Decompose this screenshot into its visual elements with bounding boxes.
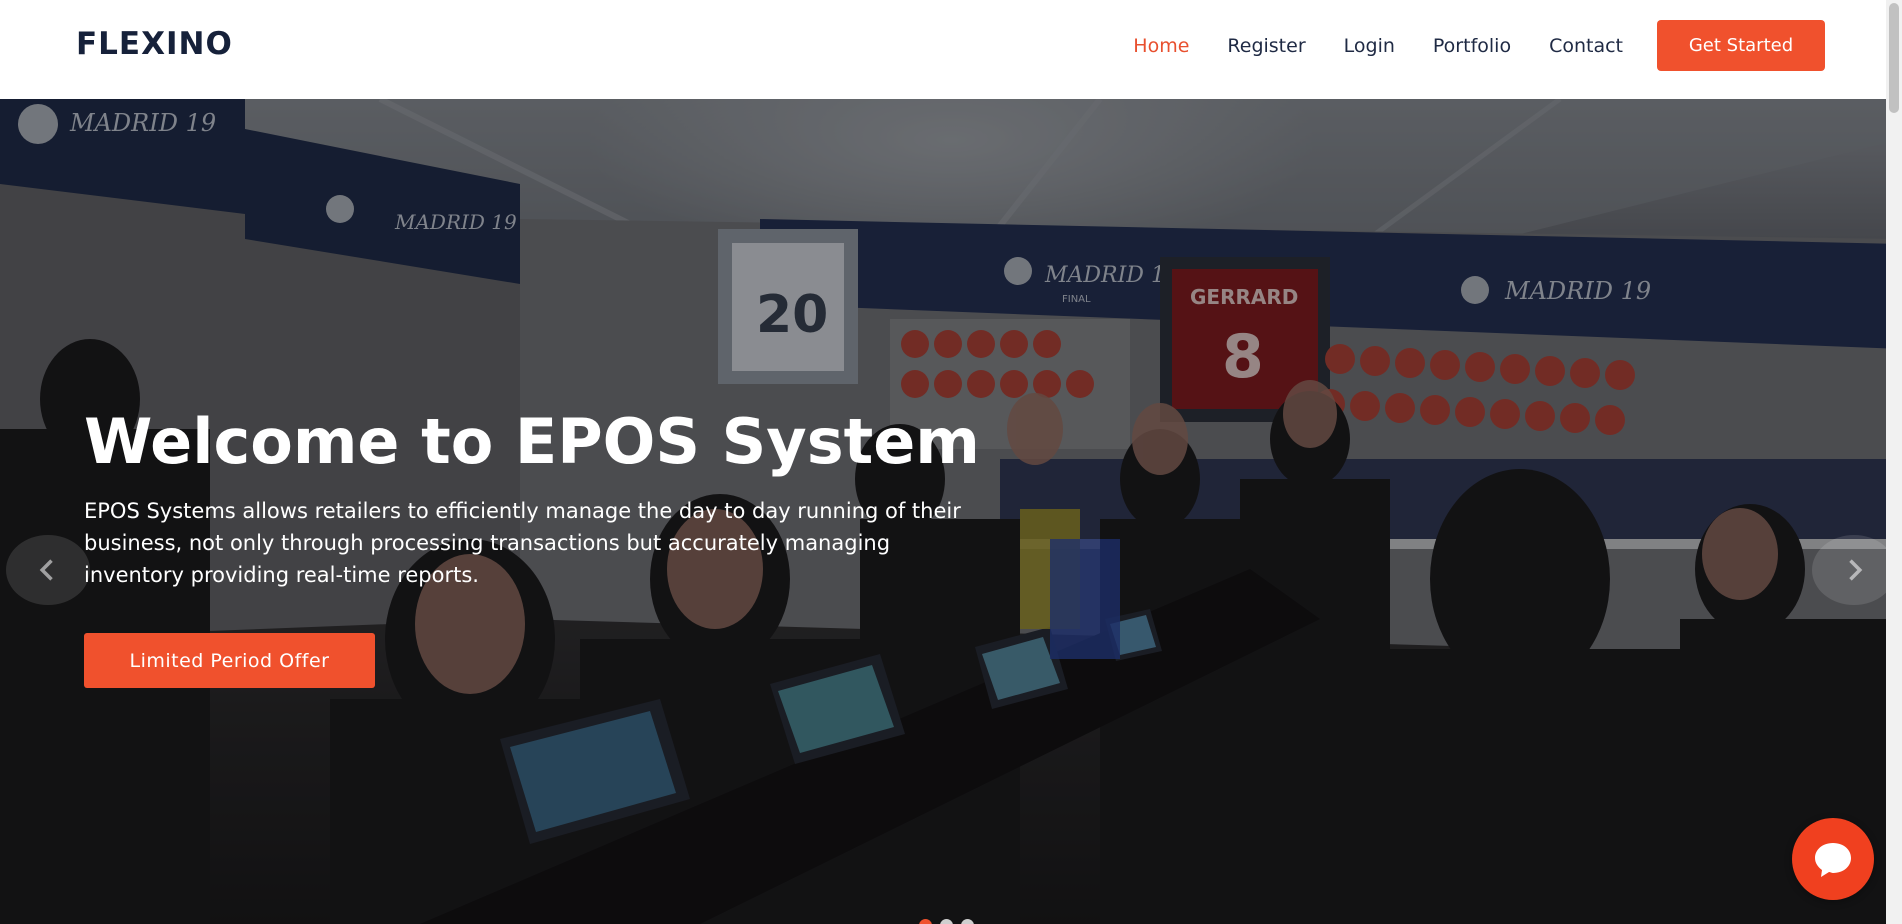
chat-widget-button[interactable] bbox=[1792, 818, 1874, 900]
scrollbar-thumb[interactable] bbox=[1889, 3, 1899, 113]
carousel-prev-button[interactable] bbox=[6, 535, 90, 605]
site-logo[interactable]: FLEXINO bbox=[76, 26, 233, 62]
nav-link-portfolio[interactable]: Portfolio bbox=[1433, 35, 1511, 57]
chevron-right-icon bbox=[1849, 559, 1863, 581]
carousel-next-button[interactable] bbox=[1812, 535, 1896, 605]
nav-link-contact[interactable]: Contact bbox=[1549, 35, 1623, 57]
get-started-button[interactable]: Get Started bbox=[1657, 20, 1825, 71]
nav-link-login[interactable]: Login bbox=[1344, 35, 1395, 57]
hero-carousel: MADRID 19 MADRID 19 MADRID 19 FINAL MADR… bbox=[0, 99, 1902, 924]
carousel-indicator-2[interactable] bbox=[940, 919, 953, 924]
site-header: FLEXINO Home Register Login Portfolio Co… bbox=[0, 0, 1902, 99]
page-scrollbar[interactable] bbox=[1886, 0, 1902, 924]
carousel-indicator-1[interactable] bbox=[919, 919, 932, 924]
carousel-indicators bbox=[919, 919, 974, 924]
carousel-indicator-3[interactable] bbox=[961, 919, 974, 924]
hero-title: Welcome to EPOS System bbox=[84, 405, 980, 478]
main-nav: Home Register Login Portfolio Contact bbox=[1095, 0, 1623, 92]
page: FLEXINO Home Register Login Portfolio Co… bbox=[0, 0, 1902, 924]
limited-offer-button[interactable]: Limited Period Offer bbox=[84, 633, 375, 688]
chevron-left-icon bbox=[39, 559, 53, 581]
chat-bubble-icon bbox=[1815, 843, 1851, 877]
nav-link-home[interactable]: Home bbox=[1133, 35, 1189, 57]
nav-link-register[interactable]: Register bbox=[1227, 35, 1305, 57]
hero-description: EPOS Systems allows retailers to efficie… bbox=[84, 499, 961, 587]
